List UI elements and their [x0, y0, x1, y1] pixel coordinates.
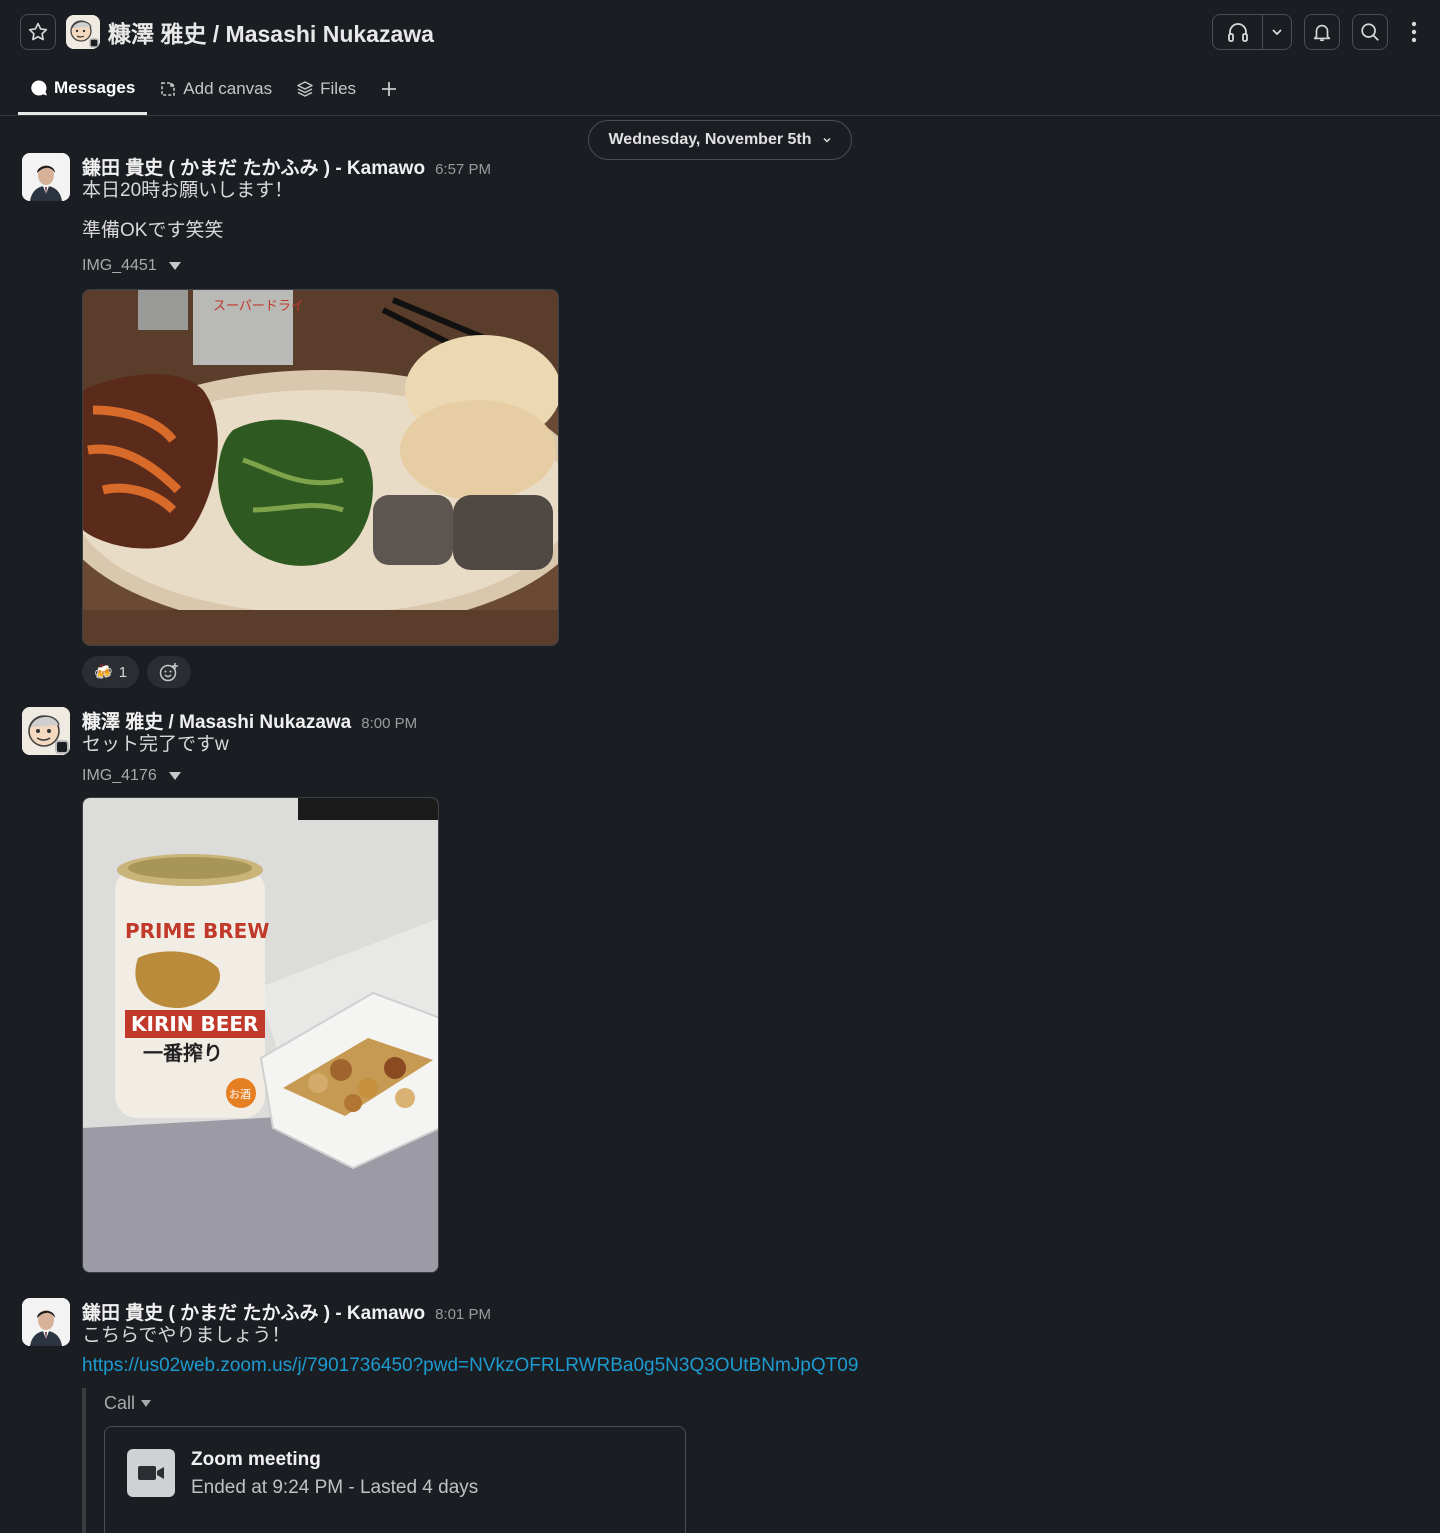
more-options-button[interactable]: [1404, 21, 1424, 43]
caret-down-icon: [168, 262, 181, 270]
avatar[interactable]: [22, 153, 70, 201]
message-item: 鎌田 貴史 ( かまだ たかふみ ) - Kamawo 8:01 PM こちらで…: [22, 1298, 1422, 1533]
message-item: 糠澤 雅史 / Masashi Nukazawa 8:00 PM セット完了です…: [22, 707, 1422, 1273]
author-name[interactable]: 鎌田 貴史 ( かまだ たかふみ ) - Kamawo: [82, 1298, 425, 1325]
zoom-link[interactable]: https://us02web.zoom.us/j/7901736450?pwd…: [82, 1352, 1422, 1380]
file-label[interactable]: IMG_4176: [82, 763, 1422, 789]
file-name: IMG_4176: [82, 767, 157, 784]
message-text: 準備OKです笑笑: [82, 220, 224, 241]
message-bubble-icon: [31, 79, 47, 95]
call-title: Zoom meeting: [191, 1449, 321, 1470]
kebab-icon: [1411, 21, 1417, 43]
message-list: Wednesday, November 5th 鎌田 貴史 ( かまだ たかふみ…: [0, 116, 1440, 1533]
message-item: 鎌田 貴史 ( かまだ たかふみ ) - Kamawo 6:57 PM 本日20…: [22, 153, 1422, 688]
timestamp[interactable]: 8:00 PM: [361, 715, 417, 732]
call-card[interactable]: Zoom meeting Ended at 9:24 PM - Lasted 4…: [104, 1426, 686, 1533]
star-icon: [28, 22, 48, 41]
tab-messages[interactable]: Messages: [18, 63, 148, 115]
call-label[interactable]: Call: [104, 1388, 1422, 1418]
add-reaction-button[interactable]: [147, 656, 192, 688]
files-icon: [297, 81, 313, 97]
tab-label: Files: [320, 79, 357, 98]
image-attachment[interactable]: PRIME BREW KIRIN BEER 一番搾り お酒: [82, 797, 439, 1273]
channel-title[interactable]: 糠澤 雅史 / Masashi Nukazawa: [108, 15, 434, 49]
call-attachment: Call Zoom meeting Ended at 9:24 PM - Las…: [82, 1388, 1422, 1533]
header-avatar: [66, 15, 100, 49]
bell-icon: [1313, 24, 1331, 42]
chevron-down-icon: [822, 137, 831, 143]
image-can-text: お酒: [229, 1088, 251, 1101]
search-button[interactable]: [1352, 14, 1388, 50]
tab-add-canvas[interactable]: Add canvas: [147, 63, 284, 115]
plus-icon: [382, 82, 397, 96]
file-label[interactable]: IMG_4451: [82, 253, 1422, 279]
call-label-text: Call: [104, 1392, 136, 1413]
add-emoji-icon: [159, 663, 179, 682]
message-text: こちらでやりましょう！: [82, 1325, 291, 1346]
avatar[interactable]: [22, 707, 70, 755]
author-name[interactable]: 鎌田 貴史 ( かまだ たかふみ ) - Kamawo: [82, 153, 425, 180]
huddle-button-group: [1212, 14, 1292, 50]
reaction-count: 1: [118, 663, 128, 681]
date-label: Wednesday, November 5th: [608, 131, 812, 148]
image-can-text: 一番搾り: [143, 1041, 223, 1065]
notifications-button[interactable]: [1304, 14, 1340, 50]
channel-header: 糠澤 雅史 / Masashi Nukazawa: [0, 0, 1440, 64]
tab-label: Messages: [54, 77, 136, 97]
huddle-options-button[interactable]: [1263, 15, 1291, 49]
author-name[interactable]: 糠澤 雅史 / Masashi Nukazawa: [82, 707, 351, 734]
timestamp[interactable]: 8:01 PM: [435, 1306, 491, 1323]
tab-label: Add canvas: [183, 79, 273, 98]
video-camera-icon: [127, 1449, 175, 1497]
file-name: IMG_4451: [82, 257, 157, 274]
message-text: 本日20時お願いします！: [82, 180, 294, 201]
image-can-text: スーパードライ: [213, 299, 304, 314]
call-subtitle: Ended at 9:24 PM - Lasted 4 days: [191, 1477, 479, 1498]
huddle-button[interactable]: [1213, 15, 1263, 49]
reaction-pill[interactable]: 🍻 1: [82, 656, 140, 688]
add-tab-button[interactable]: [368, 63, 410, 115]
headphones-icon: [1227, 23, 1248, 42]
search-icon: [1361, 23, 1379, 41]
tab-files[interactable]: Files: [284, 63, 368, 115]
message-text: セット完了ですw: [82, 734, 229, 755]
star-button[interactable]: [20, 14, 56, 50]
avatar[interactable]: [22, 1298, 70, 1346]
caret-down-icon: [168, 772, 181, 780]
canvas-icon: [161, 82, 176, 96]
image-attachment[interactable]: スーパードライ: [82, 289, 559, 646]
image-can-text: PRIME BREW: [125, 919, 269, 943]
chevron-down-icon: [1272, 29, 1282, 36]
tab-bar: Messages Add canvas Files: [0, 64, 1440, 116]
timestamp[interactable]: 6:57 PM: [435, 161, 491, 178]
image-can-text: KIRIN BEER: [131, 1012, 258, 1036]
reaction-emoji: 🍻: [94, 664, 113, 681]
caret-down-icon: [141, 1399, 152, 1407]
date-divider[interactable]: Wednesday, November 5th: [588, 120, 852, 160]
